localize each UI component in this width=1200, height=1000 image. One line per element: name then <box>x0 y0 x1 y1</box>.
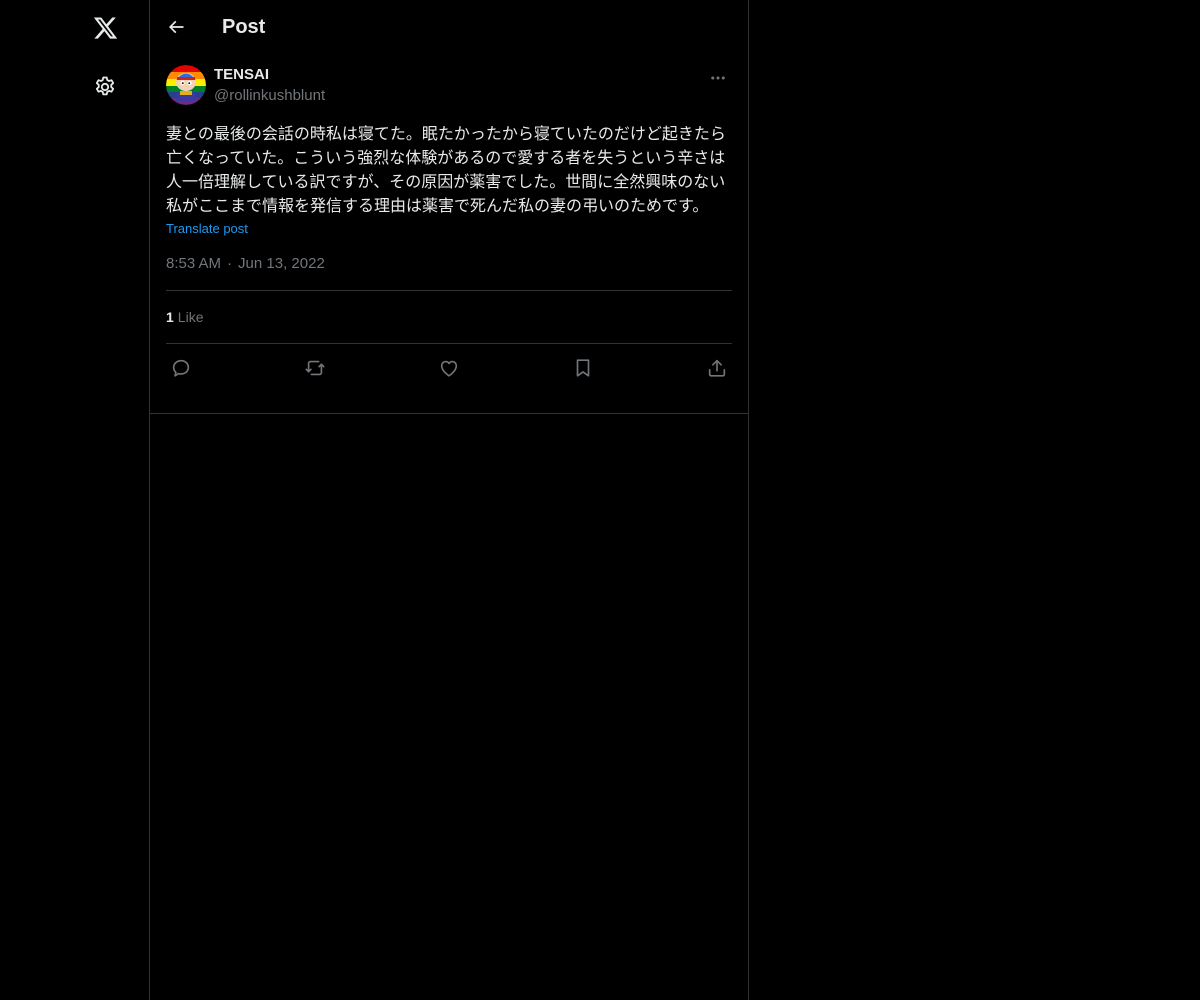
like-button[interactable] <box>436 355 462 381</box>
post-date[interactable]: Jun 13, 2022 <box>238 255 325 272</box>
more-horizontal-icon <box>711 76 725 80</box>
likes-summary[interactable]: 1 Like <box>166 291 732 344</box>
timestamp-separator: · <box>227 255 233 272</box>
app-root: Post TENSAI @rollinkushblunt 妻との最後の会話の時私… <box>0 0 1200 1000</box>
repost-button[interactable] <box>302 355 328 381</box>
arrow-left-icon <box>168 20 184 34</box>
reply-button[interactable] <box>168 355 194 381</box>
gear-icon[interactable] <box>91 73 119 101</box>
avatar[interactable] <box>166 65 206 105</box>
author-handle[interactable]: @rollinkushblunt <box>214 86 325 106</box>
share-icon <box>708 359 726 377</box>
thread-divider <box>150 413 748 414</box>
post: TENSAI @rollinkushblunt 妻との最後の会話の時私は寝てた。… <box>150 54 748 391</box>
x-logo-icon[interactable] <box>90 13 120 43</box>
bookmark-icon <box>576 359 590 377</box>
repost-icon <box>305 360 325 376</box>
main-column: Post TENSAI @rollinkushblunt 妻との最後の会話の時私… <box>150 0 749 1000</box>
translate-post-link[interactable]: Translate post <box>166 220 248 238</box>
more-button[interactable] <box>706 66 730 90</box>
author-name[interactable]: TENSAI <box>214 66 269 84</box>
back-button[interactable] <box>164 15 188 39</box>
share-button[interactable] <box>704 355 730 381</box>
page-header: Post <box>150 0 748 54</box>
heart-icon <box>440 360 458 377</box>
sidebar <box>0 0 150 1000</box>
like-count: 1 <box>166 309 174 325</box>
page-title: Post <box>222 16 266 38</box>
post-time[interactable]: 8:53 AM <box>166 255 221 272</box>
post-author-row: TENSAI @rollinkushblunt <box>166 54 732 112</box>
post-timestamp: 8:53 AM · Jun 13, 2022 <box>166 254 732 291</box>
reply-icon <box>172 359 190 377</box>
like-label: Like <box>177 309 204 325</box>
bookmark-button[interactable] <box>570 355 596 381</box>
post-actions <box>166 344 732 391</box>
post-text: 妻との最後の会話の時私は寝てた。眠たかったから寝ていたのだけど起きたら亡くなって… <box>166 124 726 215</box>
